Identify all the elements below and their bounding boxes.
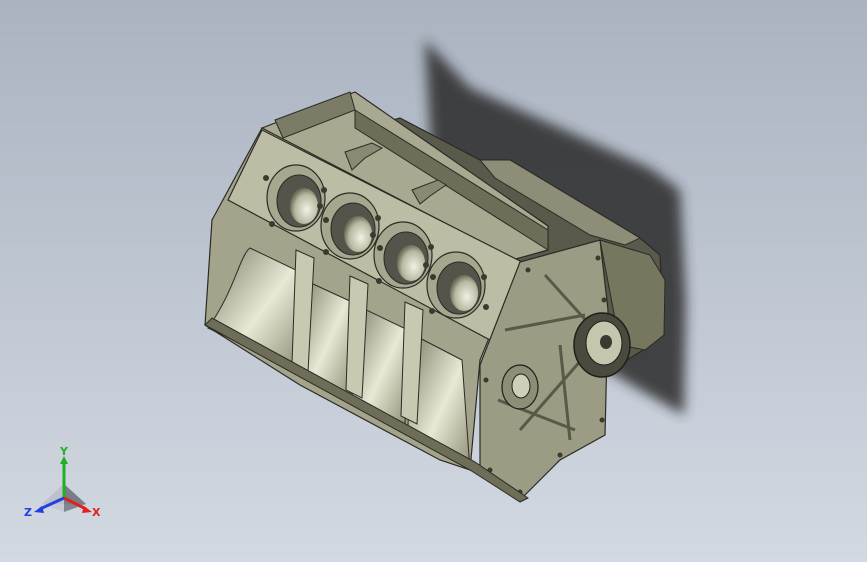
head-bolt-hole (317, 203, 323, 209)
coordinate-triad[interactable]: Y X Z (22, 446, 112, 526)
crank-flange (573, 312, 631, 378)
head-bolt-hole (263, 175, 269, 181)
head-bolt-hole (376, 278, 382, 284)
cylinder-bore (266, 164, 326, 232)
head-bolt-hole (323, 217, 329, 223)
head-bolt-hole (375, 215, 381, 221)
engine-block-model[interactable] (0, 0, 867, 562)
x-axis-label: X (92, 506, 101, 519)
head-bolt-hole (483, 304, 489, 310)
cylinder-bore (426, 251, 486, 319)
head-bolt-hole (430, 274, 436, 280)
z-axis-label: Z (24, 506, 32, 519)
head-bolt-hole (323, 249, 329, 255)
head-bolt-hole (423, 262, 429, 268)
head-bolt-hole (321, 187, 327, 193)
head-bolt-hole (429, 308, 435, 314)
y-axis-label: Y (59, 446, 69, 458)
head-bolt-hole (370, 232, 376, 238)
graphics-viewport[interactable]: Y X Z (0, 0, 867, 562)
head-bolt-hole (481, 274, 487, 280)
head-bolt-hole (428, 244, 434, 250)
head-bolt-hole (377, 245, 383, 251)
cylinder-bore (320, 192, 380, 260)
head-bolt-hole (269, 221, 275, 227)
cam-boss (501, 364, 539, 410)
cylinder-bore (373, 221, 433, 289)
